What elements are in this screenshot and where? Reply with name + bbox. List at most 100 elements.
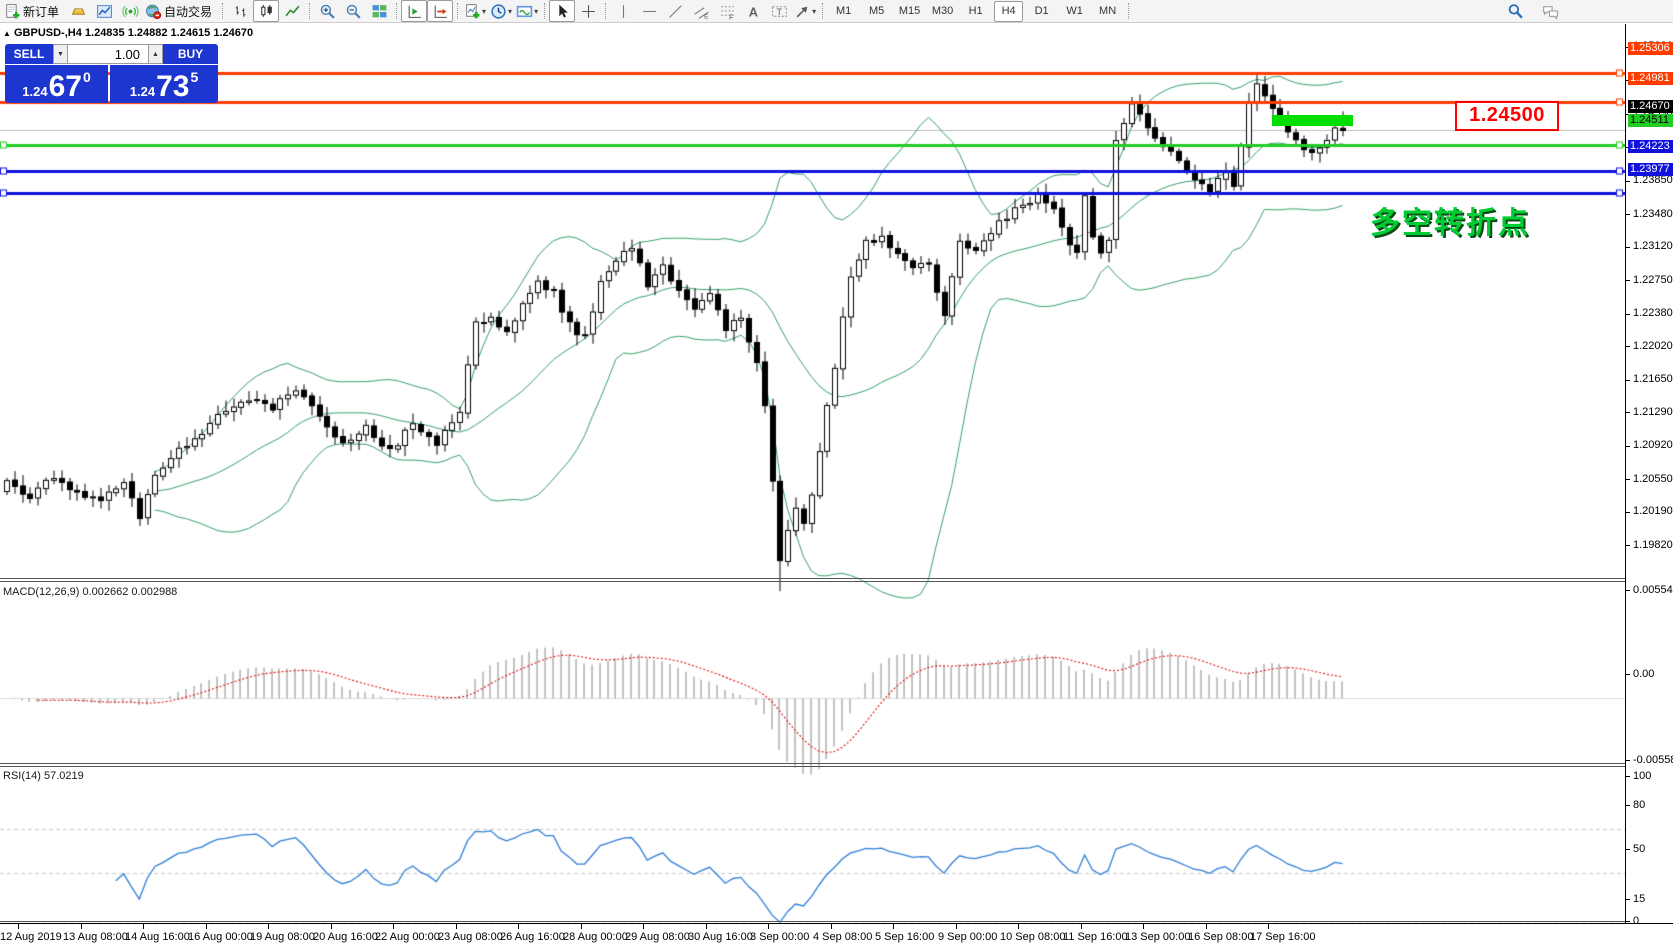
crosshair-button[interactable] — [575, 0, 601, 22]
indicators-button[interactable]: ▾ — [462, 0, 488, 22]
toolbar-right-icons — [1502, 0, 1563, 23]
time-axis-tick — [18, 924, 19, 929]
pane-separator[interactable] — [0, 763, 1626, 764]
fibonacci-button[interactable]: F — [714, 0, 740, 22]
price-level-callout: 1.24500 — [1455, 101, 1559, 131]
time-axis-tick — [1206, 924, 1207, 929]
time-axis-tick — [581, 924, 582, 929]
bar-chart-button[interactable] — [227, 0, 253, 22]
chart-window-button[interactable] — [91, 0, 117, 22]
search-icon — [1507, 3, 1524, 20]
price-axis-tick-label: 1.22380 — [1633, 307, 1673, 319]
timeframe-w1-button[interactable]: W1 — [1060, 1, 1089, 22]
price-axis-tick-label: 1.21650 — [1633, 373, 1673, 385]
pane-separator[interactable] — [0, 581, 1626, 582]
macd-indicator-label: MACD(12,26,9) 0.002662 0.002988 — [3, 586, 178, 598]
dropdown-arrow-icon[interactable]: ▾ — [534, 7, 538, 16]
buy-price-display[interactable]: 1.24 73 5 — [110, 65, 218, 103]
templates-button[interactable]: ▾ — [514, 0, 540, 22]
chat-icon — [1542, 3, 1559, 20]
volume-input[interactable]: 1.00 — [68, 44, 148, 64]
candlestick-chart-icon — [258, 3, 275, 20]
price-axis-tick — [1626, 346, 1630, 347]
volume-increase-button[interactable]: ▲ — [148, 44, 163, 64]
time-axis-label: 30 Aug 16:00 — [688, 931, 753, 943]
volume-decrease-button[interactable]: ▼ — [53, 44, 68, 64]
time-axis-tick — [518, 924, 519, 929]
timeframe-h4-button[interactable]: H4 — [994, 0, 1024, 22]
zoom-in-button[interactable] — [314, 0, 340, 22]
text-icon: A — [745, 3, 762, 20]
one-click-trading-panel: SELL ▼ 1.00 ▲ BUY 1.24 67 0 1.24 73 5 — [5, 44, 218, 103]
price-axis-tick — [1626, 280, 1630, 281]
price-axis-border — [1625, 24, 1626, 923]
vline-button[interactable] — [610, 0, 636, 22]
dropdown-arrow-icon[interactable]: ▾ — [812, 7, 816, 16]
time-axis-tick — [643, 924, 644, 929]
autotrading-button[interactable]: 自动交易 — [143, 0, 218, 22]
pane-separator — [0, 921, 1626, 922]
auto-scroll-button[interactable] — [427, 0, 454, 22]
candlestick-chart-button[interactable] — [253, 0, 280, 22]
signals-button[interactable] — [117, 0, 143, 22]
timeframe-mn-button[interactable]: MN — [1093, 1, 1122, 22]
dropdown-arrow-icon[interactable]: ▾ — [482, 7, 486, 16]
chat-button[interactable] — [1537, 1, 1563, 23]
timeframe-m1-button[interactable]: M1 — [829, 1, 858, 22]
text-button[interactable]: A — [740, 0, 766, 22]
time-axis-tick — [956, 924, 957, 929]
price-axis-tick — [1626, 181, 1630, 182]
hline-button[interactable] — [636, 0, 662, 22]
one-click-collapse-icon[interactable]: ▲ — [3, 29, 11, 38]
timeframe-d1-button[interactable]: D1 — [1027, 1, 1056, 22]
time-axis-label: 23 Aug 08:00 — [438, 931, 503, 943]
price-axis-tick — [1626, 479, 1630, 480]
time-axis-tick — [268, 924, 269, 929]
label-button[interactable]: T — [766, 0, 792, 22]
time-axis-label: 14 Aug 16:00 — [125, 931, 190, 943]
timeframe-m15-button[interactable]: M15 — [895, 1, 924, 22]
autotrading-label: 自动交易 — [164, 4, 213, 19]
line-chart-button[interactable] — [279, 0, 305, 22]
price-axis-tick-label: 1.20550 — [1633, 473, 1673, 485]
new-order-button[interactable]: 新订单 — [2, 0, 65, 22]
pane-separator[interactable] — [0, 578, 1626, 579]
time-axis-label: 3 Sep 00:00 — [750, 931, 810, 943]
sell-price-display[interactable]: 1.24 67 0 — [5, 65, 108, 103]
price-line-label: 1.24981 — [1628, 72, 1673, 85]
time-axis-label: 28 Aug 00:00 — [563, 931, 628, 943]
cursor-button[interactable] — [549, 0, 576, 22]
rsi-axis-tick — [1626, 921, 1630, 922]
search-button[interactable] — [1502, 1, 1528, 23]
main-chart-canvas[interactable] — [0, 48, 1625, 602]
chart-shift-button[interactable] — [401, 0, 428, 22]
time-axis-tick — [1081, 924, 1082, 929]
dropdown-arrow-icon[interactable]: ▾ — [508, 7, 512, 16]
price-axis-tick-label: 1.19820 — [1633, 539, 1673, 551]
gold-ingot-button[interactable] — [65, 0, 91, 22]
time-axis-label: 5 Sep 16:00 — [875, 931, 935, 943]
chart-window-icon — [96, 3, 113, 20]
shapes-button[interactable]: ▾ — [792, 0, 818, 22]
trendline-button[interactable] — [662, 0, 688, 22]
channel-button[interactable]: E — [688, 0, 714, 22]
sell-button[interactable]: SELL — [5, 44, 53, 64]
time-axis-tick — [143, 924, 144, 929]
indicators-icon — [464, 3, 481, 20]
periods-button[interactable]: ▾ — [488, 0, 514, 22]
templates-icon — [516, 3, 533, 20]
timeframe-h1-button[interactable]: H1 — [961, 1, 990, 22]
new-order-label: 新订单 — [23, 4, 60, 19]
timeframe-m5-button[interactable]: M5 — [862, 1, 891, 22]
macd-axis-tick — [1626, 760, 1630, 761]
buy-button[interactable]: BUY — [163, 44, 218, 64]
time-axis-tick — [1268, 924, 1269, 929]
sell-price-pipette: 0 — [82, 69, 91, 85]
time-axis-tick — [1143, 924, 1144, 929]
rsi-axis-tick — [1626, 776, 1630, 777]
pane-separator[interactable] — [0, 766, 1626, 767]
zoom-out-button[interactable] — [340, 0, 366, 22]
macd-pane-canvas[interactable] — [0, 606, 1625, 787]
timeframe-m30-button[interactable]: M30 — [928, 1, 957, 22]
tile-windows-button[interactable] — [366, 0, 392, 22]
